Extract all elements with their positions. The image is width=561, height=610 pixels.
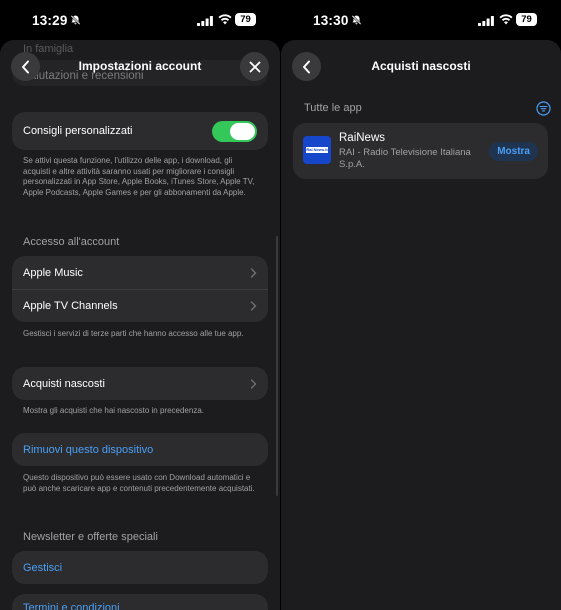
personalized-recommendations-footnote: Se attivi questa funzione, l'utilizzo de… <box>23 156 255 197</box>
silent-bell-icon <box>70 15 81 25</box>
hidden-purchases-label: Acquisti nascosti <box>23 377 105 390</box>
page-title: Impostazioni account <box>78 59 202 73</box>
terms-card: Termini e condizioni <box>12 594 268 610</box>
account-access-header: Accesso all'account <box>23 236 120 248</box>
chevron-right-icon <box>250 301 257 311</box>
filter-icon[interactable] <box>536 101 551 116</box>
apple-music-label: Apple Music <box>23 266 83 279</box>
newsletter-card: Gestisci <box>12 551 268 584</box>
close-button[interactable] <box>240 52 269 81</box>
battery-icon: 79 <box>235 13 256 26</box>
personalized-recommendations-row: Consigli personalizzati <box>12 112 268 150</box>
app-name: RaiNews <box>339 132 386 144</box>
hidden-app-card: Rai News.it RaiNews RAI - Radio Televisi… <box>293 123 548 179</box>
hidden-purchases-screen: 13:30 79 Acquisti nascosti Tutte le app <box>281 0 561 610</box>
hidden-purchases-row[interactable]: Acquisti nascosti <box>12 367 268 400</box>
remove-device-footnote: Questo dispositivo può essere usato con … <box>23 473 255 493</box>
status-bar: 13:29 79 <box>0 0 280 40</box>
account-access-card: Apple Music Apple TV Channels <box>12 256 268 322</box>
personalized-recommendations-card: Consigli personalizzati <box>12 112 268 150</box>
status-bar: 13:30 79 <box>281 0 561 40</box>
terms-row[interactable]: Termini e condizioni <box>12 594 268 610</box>
signal-icon <box>197 16 213 26</box>
apple-music-row[interactable]: Apple Music <box>12 256 268 289</box>
signal-icon <box>478 16 494 26</box>
toggle-knob <box>230 122 255 140</box>
remove-device-label: Rimuovi questo dispositivo <box>23 443 154 456</box>
settings-sheet: In famiglia Valutazioni e recensioni Imp… <box>0 40 280 610</box>
scrollbar[interactable] <box>275 236 278 496</box>
rainews-app-icon: Rai News.it <box>303 136 331 164</box>
status-time: 13:29 <box>32 13 68 28</box>
account-access-footnote: Gestisci i servizi di terze parti che ha… <box>23 329 244 338</box>
personalized-recommendations-toggle[interactable] <box>212 120 257 142</box>
battery-icon: 79 <box>516 13 537 26</box>
manage-newsletter-row[interactable]: Gestisci <box>12 551 268 584</box>
show-app-button[interactable]: Mostra <box>489 142 538 161</box>
newsletter-header: Newsletter e offerte speciali <box>23 531 158 543</box>
page-title: Acquisti nascosti <box>371 59 471 73</box>
chevron-right-icon <box>250 378 257 389</box>
personalized-recommendations-label: Consigli personalizzati <box>23 125 133 137</box>
wifi-icon <box>499 14 513 25</box>
chevron-right-icon <box>250 267 257 278</box>
terms-label: Termini e condizioni <box>23 601 120 610</box>
remove-device-card: Rimuovi questo dispositivo <box>12 433 268 466</box>
manage-newsletter-label: Gestisci <box>23 561 63 574</box>
app-developer: RAI - Radio Televisione Italiana S.p.A. <box>339 147 471 170</box>
remove-device-row[interactable]: Rimuovi questo dispositivo <box>12 433 268 466</box>
status-time: 13:30 <box>313 13 349 28</box>
app-icon-logo: Rai News.it <box>306 147 328 153</box>
wifi-icon <box>218 14 232 25</box>
account-settings-screen: 13:29 79 In famiglia Valutazioni e recen… <box>0 0 280 610</box>
close-icon <box>249 61 260 72</box>
apple-tv-channels-label: Apple TV Channels <box>23 300 118 312</box>
hidden-purchases-footnote: Mostra gli acquisti che hai nascosto in … <box>23 406 204 415</box>
hidden-purchases-sheet: Acquisti nascosti Tutte le app Rai News.… <box>281 40 561 610</box>
apple-tv-channels-row[interactable]: Apple TV Channels <box>12 289 268 322</box>
all-apps-header: Tutte le app <box>304 102 362 114</box>
hidden-purchases-card: Acquisti nascosti <box>12 367 268 400</box>
silent-bell-icon <box>351 15 362 25</box>
